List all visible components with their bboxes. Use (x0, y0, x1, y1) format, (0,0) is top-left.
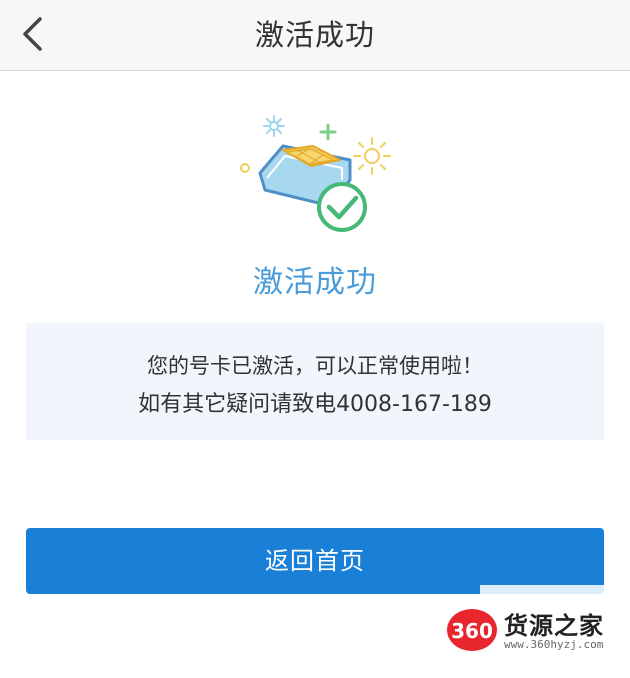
360-logo-icon: 360 (447, 609, 497, 651)
watermark-brand: 货源之家 (504, 612, 604, 640)
watermark-url: www.360hyzj.com (504, 638, 604, 651)
sim-card-activated-icon (225, 108, 405, 248)
message-box: 您的号卡已激活，可以正常使用啦！ 如有其它疑问请致电4008-167-189 (26, 323, 604, 440)
support-phone-message: 如有其它疑问请致电4008-167-189 (138, 392, 492, 417)
success-title: 激活成功 (253, 265, 377, 300)
activation-message: 您的号卡已激活，可以正常使用啦！ (147, 354, 483, 378)
page-title: 激活成功 (254, 18, 375, 52)
nav-bar: 激活成功 (0, 0, 630, 71)
watermark: 360 货源之家 www.360hyzj.com (446, 604, 630, 660)
activation-success-page: 激活成功 激活成功 您的号卡已激活，可以正常使用啦！ 如有其它疑问请致电4008… (0, 0, 630, 678)
watermark-badge-text: 360 (451, 619, 493, 643)
